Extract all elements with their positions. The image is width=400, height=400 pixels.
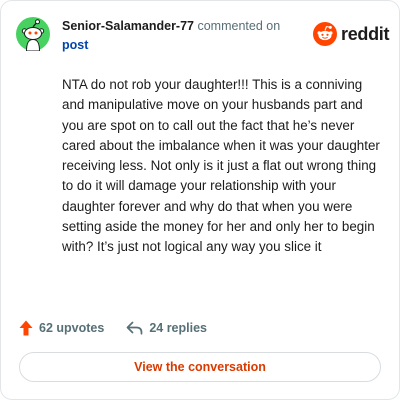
replies-count: 24 replies bbox=[149, 321, 207, 335]
upvotes-count: 62 upvotes bbox=[39, 321, 105, 335]
action-text: commented on bbox=[197, 19, 281, 33]
user-avatar[interactable] bbox=[16, 17, 50, 52]
username[interactable]: Senior-Salamander-77 bbox=[62, 19, 194, 33]
comment-header: Senior-Salamander-77 commented on post bbox=[62, 17, 302, 55]
view-conversation-label: View the conversation bbox=[134, 360, 266, 374]
replies-stat[interactable]: 24 replies bbox=[126, 321, 207, 335]
comment-card: Senior-Salamander-77 commented on post r… bbox=[0, 0, 400, 400]
reddit-wordmark: reddit bbox=[341, 23, 390, 44]
upvotes-stat[interactable]: 62 upvotes bbox=[19, 320, 104, 336]
reply-arrow-icon bbox=[126, 321, 143, 335]
comment-stats: 62 upvotes 24 replies bbox=[19, 318, 207, 338]
reddit-logo-icon bbox=[313, 22, 337, 46]
post-link[interactable]: post bbox=[62, 38, 88, 52]
view-conversation-button[interactable]: View the conversation bbox=[19, 352, 381, 382]
reddit-brand[interactable]: reddit bbox=[313, 22, 390, 46]
upvote-arrow-icon bbox=[19, 320, 33, 336]
comment-body: NTA do not rob your daughter!!! This is … bbox=[62, 77, 380, 255]
snoo-avatar-icon bbox=[16, 17, 50, 52]
